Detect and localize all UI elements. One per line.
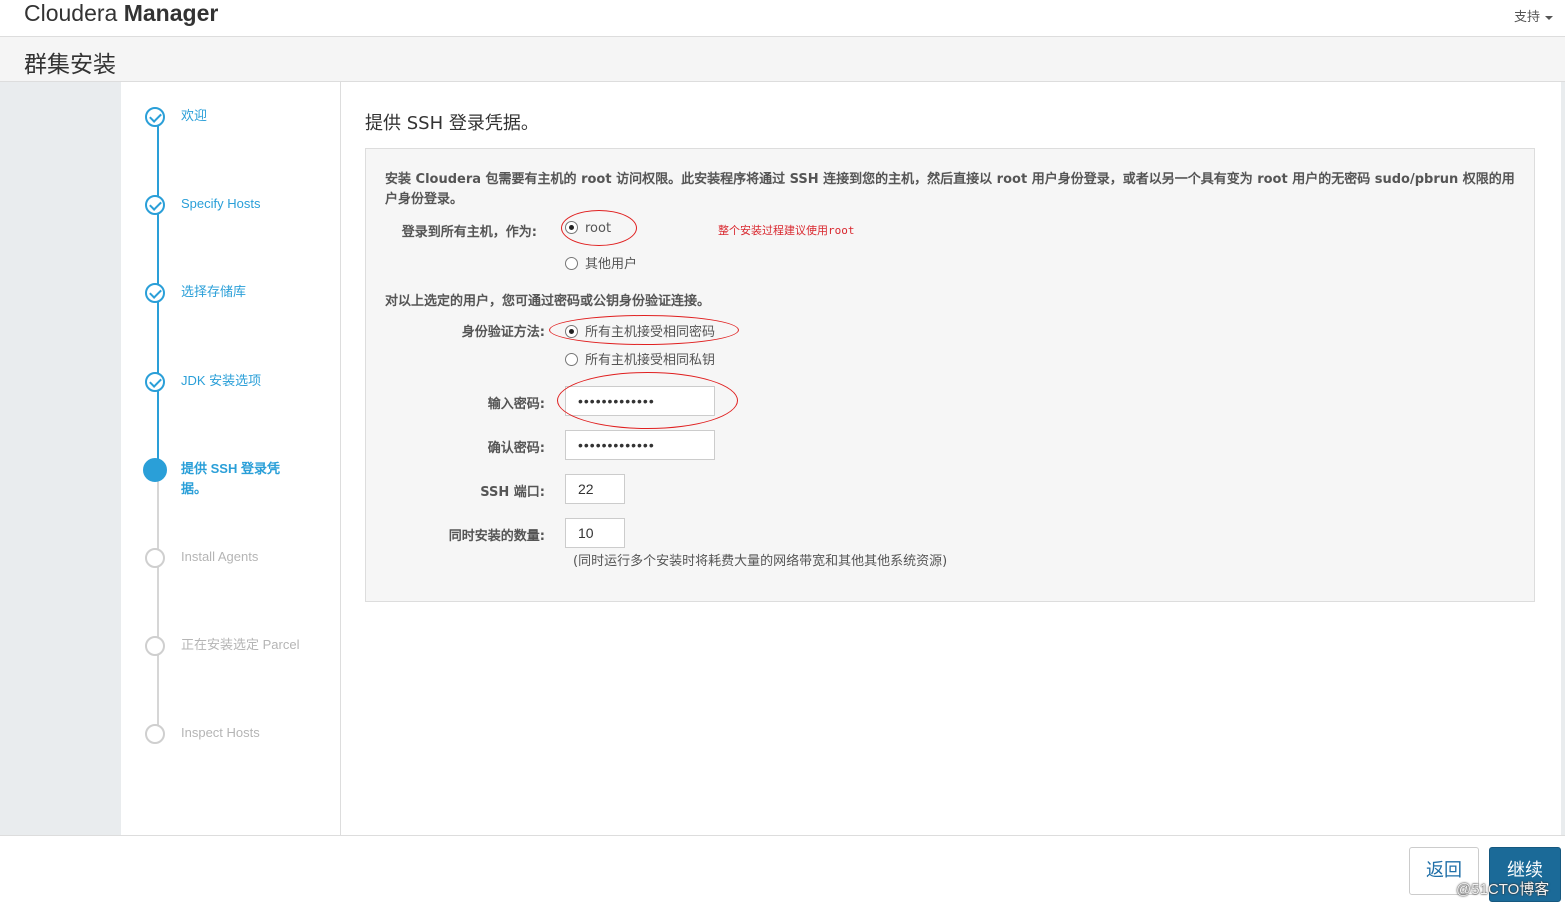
radio-empty-icon (565, 257, 578, 270)
confirm-password-label: 确认密码: (487, 441, 545, 456)
confirm-password-input[interactable]: ••••••••••••• (565, 430, 715, 460)
concurrent-installs-label: 同时安装的数量: (448, 529, 545, 544)
concurrent-installs-hint: (同时运行多个安装时将耗费大量的网络带宽和其他其他系统资源) (573, 554, 948, 569)
radio-empty-icon (565, 353, 578, 366)
check-circle-icon (145, 283, 165, 303)
root-access-description: 安装 Cloudera 包需要有主机的 root 访问权限。此安装程序将通过 S… (385, 172, 1515, 207)
wizard-footer (0, 835, 1565, 909)
radio-label: 所有主机接受相同私钥 (585, 353, 716, 368)
radio-label: 其他用户 (585, 257, 638, 272)
check-circle-icon (145, 107, 165, 127)
watermark: @51CTO博客 (1456, 881, 1550, 898)
empty-circle-icon (145, 636, 165, 656)
ssh-port-input[interactable]: 22 (565, 474, 625, 504)
annotation-ellipse (561, 210, 637, 246)
top-navbar: Cloudera Manager 支持 (0, 0, 1565, 37)
step-label: 提供 SSH 登录凭据。 (181, 461, 280, 496)
auth-method-label: 身份验证方法: (461, 325, 545, 340)
brand-logo[interactable]: Cloudera Manager (24, 0, 218, 27)
concurrent-installs-input[interactable]: 10 (565, 518, 625, 548)
annotation-ellipse (557, 372, 738, 429)
check-circle-icon (145, 372, 165, 392)
step-label: Inspect Hosts (181, 725, 260, 740)
step-label: 选择存储库 (181, 284, 247, 299)
ssh-port-label: SSH 端口: (480, 485, 545, 500)
step-label: JDK 安装选项 (181, 373, 262, 388)
login-other-user-radio[interactable]: 其他用户 (565, 253, 637, 272)
password-label: 输入密码: (487, 397, 545, 412)
login-as-label: 登录到所有主机，作为: (401, 225, 537, 240)
auth-description: 对以上选定的用户，您可通过密码或公钥身份验证连接。 (385, 294, 711, 309)
annotation-ellipse (549, 315, 739, 345)
empty-circle-icon (145, 548, 165, 568)
step-label: Install Agents (181, 549, 259, 564)
step-label: 正在安装选定 Parcel (181, 637, 300, 652)
page-header: 群集安装 (0, 37, 1565, 82)
step-label: Specify Hosts (181, 196, 261, 211)
caret-down-icon (1545, 15, 1553, 20)
auth-private-key-radio[interactable]: 所有主机接受相同私钥 (565, 349, 715, 368)
annotation-note: 整个安装过程建议使用root (718, 224, 855, 237)
right-gutter (1561, 82, 1565, 835)
brand-light: Cloudera (24, 0, 118, 26)
page-title: 群集安装 (24, 52, 116, 78)
check-circle-icon (145, 195, 165, 215)
left-gutter (0, 82, 122, 835)
step-label: 欢迎 (181, 108, 208, 123)
section-title: 提供 SSH 登录凭据。 (365, 113, 539, 134)
support-menu[interactable]: 支持 (1514, 6, 1553, 25)
current-step-icon (143, 458, 167, 482)
empty-circle-icon (145, 724, 165, 744)
support-label: 支持 (1513, 9, 1540, 24)
brand-bold: Manager (123, 0, 219, 26)
